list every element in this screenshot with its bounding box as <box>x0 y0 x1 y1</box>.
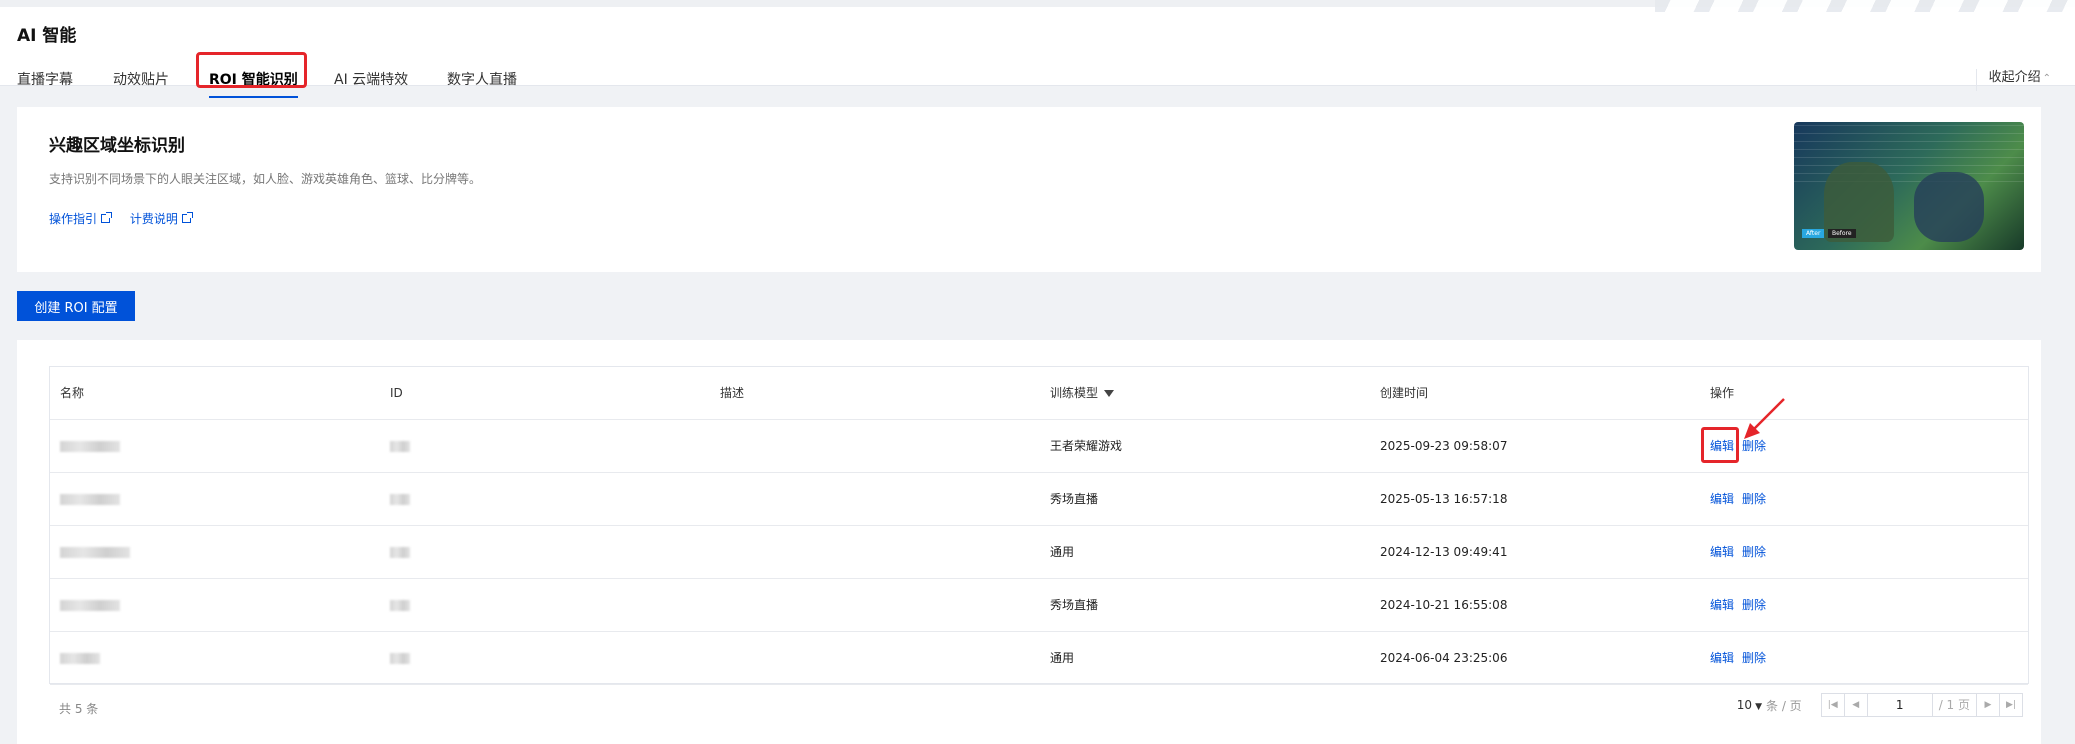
next-page-icon[interactable]: ▶ <box>1976 693 2000 717</box>
column-header-description: 描述 <box>720 386 745 400</box>
edit-link[interactable]: 编辑 <box>1710 492 1734 506</box>
page-size-value: 10 <box>1736 698 1753 712</box>
table-row: 通用 2024-12-13 09:49:41 编辑 删除 <box>50 526 2028 579</box>
last-page-icon[interactable]: ▶| <box>1999 693 2023 717</box>
billing-link-label: 计费说明 <box>129 212 178 226</box>
delete-link[interactable]: 删除 <box>1742 492 1766 506</box>
roi-table: 名称 ID 描述 训练模型 创建时间 操作 王者荣耀游戏 2025-09-23 … <box>49 366 2029 685</box>
row-created-time: 2025-09-23 09:58:07 <box>1380 439 1508 453</box>
row-id-redacted <box>390 420 410 473</box>
row-id-redacted <box>390 473 410 526</box>
row-created-time: 2024-10-21 16:55:08 <box>1380 598 1508 612</box>
first-page-icon[interactable]: |◀ <box>1820 693 1845 717</box>
external-link-icon <box>181 212 193 223</box>
thumbnail-person-right <box>1914 172 1984 242</box>
row-model: 秀场直播 <box>1050 598 1099 612</box>
edit-link[interactable]: 编辑 <box>1710 651 1734 665</box>
edit-highlight-annotation <box>1701 427 1739 463</box>
delete-link[interactable]: 删除 <box>1742 598 1766 612</box>
intro-card: 兴趣区域坐标识别 支持识别不同场景下的人眼关注区域，如人脸、游戏英雄角色、篮球、… <box>17 107 2041 272</box>
row-id-redacted <box>390 526 410 579</box>
row-created-time: 2025-05-13 16:57:18 <box>1380 492 1508 506</box>
intro-links: 操作指引 计费说明 <box>49 210 207 227</box>
row-model: 王者荣耀游戏 <box>1050 439 1123 453</box>
header-decoration <box>1655 0 2075 12</box>
table-row: 秀场直播 2025-05-13 16:57:18 编辑 删除 <box>50 473 2028 526</box>
row-id-redacted <box>390 579 410 632</box>
table-row: 秀场直播 2024-10-21 16:55:08 编辑 删除 <box>50 579 2028 632</box>
total-count: 共 5 条 <box>59 702 99 716</box>
tab-dynamic-stickers[interactable]: 动效贴片 <box>113 69 169 89</box>
chevron-down-icon: ▼ <box>1755 702 1762 712</box>
guide-link[interactable]: 操作指引 <box>49 212 113 226</box>
prev-page-icon[interactable]: ◀ <box>1843 693 1868 717</box>
row-actions: 编辑 删除 <box>1710 473 1774 526</box>
guide-link-label: 操作指引 <box>49 212 98 226</box>
row-actions: 编辑 删除 <box>1710 632 1774 685</box>
pagination: 10▼ 条 / 页 |◀ ◀ / 1 页 ▶ ▶| <box>1737 692 2023 718</box>
collapse-intro-label: 收起介绍 <box>1988 70 2041 85</box>
create-roi-config-button[interactable]: 创建 ROI 配置 <box>17 291 135 321</box>
row-name-redacted <box>60 473 120 526</box>
tab-ai-cloud-effects[interactable]: AI 云端特效 <box>334 69 408 89</box>
thumbnail-after-badge: After <box>1802 229 1825 238</box>
intro-description: 支持识别不同场景下的人眼关注区域，如人脸、游戏英雄角色、篮球、比分牌等。 <box>49 172 482 186</box>
column-header-name: 名称 <box>60 386 85 400</box>
row-id-redacted <box>390 632 410 685</box>
intro-thumbnail-image: After Before <box>1794 122 2024 250</box>
billing-link[interactable]: 计费说明 <box>129 212 193 226</box>
row-model: 通用 <box>1050 651 1075 665</box>
filter-icon[interactable] <box>1104 390 1115 397</box>
row-actions: 编辑 删除 <box>1710 526 1774 579</box>
intro-title: 兴趣区域坐标识别 <box>49 136 185 156</box>
row-created-time: 2024-06-04 23:25:06 <box>1380 651 1508 665</box>
column-header-model-label: 训练模型 <box>1050 386 1099 400</box>
row-model: 秀场直播 <box>1050 492 1099 506</box>
chevron-up-icon: ⌃ <box>2042 73 2051 84</box>
top-header: AI 智能 直播字幕 动效贴片 ROI 智能识别 AI 云端特效 数字人直播 收… <box>0 0 2075 98</box>
per-page-label: 条 / 页 <box>1766 698 1802 713</box>
tab-highlight-annotation <box>196 52 307 88</box>
tab-digital-human-live[interactable]: 数字人直播 <box>447 69 517 89</box>
table-header-row: 名称 ID 描述 训练模型 创建时间 操作 <box>50 367 2028 420</box>
page-title: AI 智能 <box>17 26 77 46</box>
row-name-redacted <box>60 420 120 473</box>
table-row: 通用 2024-06-04 23:25:06 编辑 删除 <box>50 632 2028 685</box>
tab-bar: 直播字幕 动效贴片 ROI 智能识别 AI 云端特效 数字人直播 <box>0 63 2075 98</box>
row-name-redacted <box>60 632 100 685</box>
edit-link[interactable]: 编辑 <box>1710 545 1734 559</box>
thumbnail-before-badge: Before <box>1828 229 1856 238</box>
external-link-icon <box>101 212 113 223</box>
edit-link[interactable]: 编辑 <box>1710 598 1734 612</box>
total-pages: / 1 页 <box>1932 693 1977 717</box>
delete-link[interactable]: 删除 <box>1742 651 1766 665</box>
row-name-redacted <box>60 526 130 579</box>
delete-link[interactable]: 删除 <box>1742 545 1766 559</box>
column-header-created: 创建时间 <box>1380 386 1429 400</box>
column-header-actions: 操作 <box>1710 386 1735 400</box>
roi-table-card: 名称 ID 描述 训练模型 创建时间 操作 王者荣耀游戏 2025-09-23 … <box>17 340 2041 744</box>
page-size-select[interactable]: 10 ▼ <box>1737 698 1762 712</box>
collapse-intro-button[interactable]: 收起介绍 ⌃ <box>1975 69 2051 91</box>
row-name-redacted <box>60 579 120 632</box>
page-number-input[interactable] <box>1866 693 1933 717</box>
row-created-time: 2024-12-13 09:49:41 <box>1380 545 1508 559</box>
column-header-model: 训练模型 <box>1050 367 1115 420</box>
row-actions: 编辑 删除 <box>1710 579 1774 632</box>
annotation-arrow-icon <box>1744 398 1785 439</box>
thumbnail-overlay-text <box>1794 122 2024 182</box>
tab-live-subtitles[interactable]: 直播字幕 <box>17 69 73 89</box>
column-header-id: ID <box>390 386 403 400</box>
row-model: 通用 <box>1050 545 1075 559</box>
